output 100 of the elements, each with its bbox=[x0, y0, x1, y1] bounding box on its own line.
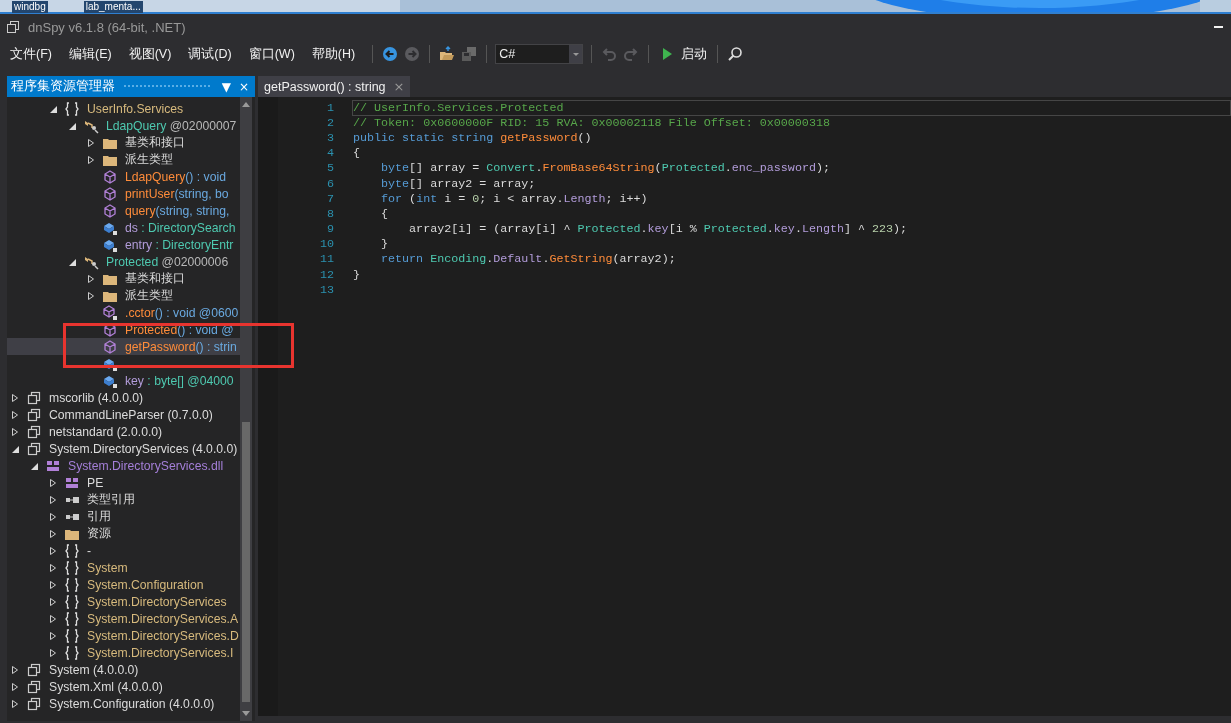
tree-item[interactable]: netstandard (2.0.0.0) bbox=[7, 423, 240, 440]
tree-item[interactable]: LdapQuery @02000007 bbox=[7, 117, 240, 134]
search-icon[interactable] bbox=[727, 46, 744, 62]
collapsed-arrow-icon[interactable] bbox=[10, 426, 20, 437]
code-line: { bbox=[352, 145, 361, 162]
braces-icon bbox=[64, 593, 80, 610]
collapsed-arrow-icon[interactable] bbox=[86, 137, 96, 148]
collapsed-arrow-icon[interactable] bbox=[48, 494, 58, 505]
tree-item[interactable]: 派生类型 bbox=[7, 287, 240, 304]
collapsed-arrow-icon[interactable] bbox=[10, 664, 20, 675]
cube-icon bbox=[102, 202, 118, 219]
panel-menu-button[interactable]: ▼ bbox=[219, 78, 233, 95]
tree-item[interactable]: 类型引用 bbox=[7, 491, 240, 508]
tree-item[interactable]: Protected @02000006 bbox=[7, 253, 240, 270]
collapsed-arrow-icon[interactable] bbox=[48, 647, 58, 658]
code-line: } bbox=[352, 266, 361, 283]
collapsed-arrow-icon[interactable] bbox=[48, 477, 58, 488]
tree-item[interactable]: 引用 bbox=[7, 508, 240, 525]
tree-item[interactable]: - bbox=[7, 542, 240, 559]
tree-item[interactable]: key : byte[] @04000 bbox=[7, 372, 240, 389]
tree-item[interactable]: query(string, string, bbox=[7, 202, 240, 219]
tree-item[interactable]: System (4.0.0.0) bbox=[7, 661, 240, 678]
braces-icon bbox=[64, 559, 80, 576]
collapsed-arrow-icon[interactable] bbox=[10, 409, 20, 420]
scroll-up-icon[interactable] bbox=[241, 101, 251, 108]
tree-item[interactable]: .cctor() : void @0600 bbox=[7, 304, 240, 321]
tree-item[interactable]: System.DirectoryServices (4.0.0.0) bbox=[7, 440, 240, 457]
braces-icon bbox=[64, 644, 80, 661]
code-line: byte[] array = Convert.FromBase64String(Protected.enc_password); bbox=[380, 160, 831, 177]
tree-item[interactable]: System.DirectoryServices.I bbox=[7, 644, 240, 661]
code-line: public static string getPassword() bbox=[352, 129, 593, 146]
collapsed-arrow-icon[interactable] bbox=[48, 579, 58, 590]
menu-item[interactable]: 调试(D) bbox=[182, 45, 238, 63]
code-line: } bbox=[380, 236, 390, 253]
start-button[interactable]: 启动 bbox=[655, 43, 712, 65]
menu-item[interactable]: 文件(F) bbox=[4, 45, 58, 63]
tree-item[interactable]: System.DirectoryServices.D bbox=[7, 627, 240, 644]
collapsed-arrow-icon[interactable] bbox=[86, 273, 96, 284]
tree-item[interactable]: PE bbox=[7, 474, 240, 491]
line-number: 2 bbox=[326, 115, 334, 130]
menu-item[interactable]: 帮助(H) bbox=[305, 45, 362, 63]
back-icon[interactable] bbox=[382, 46, 399, 62]
tree-item[interactable]: 资源 bbox=[7, 525, 240, 542]
tree-item[interactable]: mscorlib (4.0.0.0) bbox=[7, 389, 240, 406]
document-tab[interactable]: getPassword() : string × bbox=[258, 76, 411, 97]
tree-item[interactable]: System.Configuration bbox=[7, 576, 240, 593]
menu-item[interactable]: 编辑(E) bbox=[62, 45, 118, 63]
tree-item[interactable]: 基类和接口 bbox=[7, 270, 240, 287]
scroll-down-icon[interactable] bbox=[241, 710, 251, 717]
assembly-icon bbox=[26, 440, 42, 457]
menu-item[interactable]: 窗口(W) bbox=[242, 45, 301, 63]
tree-item[interactable]: System.DirectoryServices.A bbox=[7, 610, 240, 627]
scrollbar-thumb[interactable] bbox=[242, 422, 250, 702]
tree-item[interactable]: printUser(string, bo bbox=[7, 185, 240, 202]
assembly-icon bbox=[26, 423, 42, 440]
collapsed-arrow-icon[interactable] bbox=[48, 545, 58, 556]
collapsed-arrow-icon[interactable] bbox=[86, 290, 96, 301]
window-title: dnSpy v6.1.8 (64-bit, .NET) bbox=[28, 19, 186, 35]
collapsed-arrow-icon[interactable] bbox=[48, 630, 58, 641]
tree-item[interactable]: System.DirectoryServices.dll bbox=[7, 457, 240, 474]
collapsed-arrow-icon[interactable] bbox=[48, 511, 58, 522]
line-number: 10 bbox=[318, 237, 334, 252]
tree-item[interactable]: System.Configuration (4.0.0.0) bbox=[7, 695, 240, 712]
collapsed-arrow-icon[interactable] bbox=[48, 613, 58, 624]
code-line: array2[i] = (array[i] ^ Protected.key[i % Protected.key.Length] ^ 223); bbox=[408, 221, 909, 238]
tree-item[interactable]: ds : DirectorySearch bbox=[7, 219, 240, 236]
tree-item[interactable]: System bbox=[7, 559, 240, 576]
menu-item[interactable]: 视图(V) bbox=[122, 45, 178, 63]
collapsed-arrow-icon[interactable] bbox=[10, 698, 20, 709]
tree-item[interactable]: UserInfo.Services bbox=[7, 100, 240, 117]
code-line: // Token: 0x0600000F RID: 15 RVA: 0x00002118 File Offset: 0x00000318 bbox=[352, 114, 831, 131]
code-line: return Encoding.Default.GetString(array2); bbox=[380, 251, 677, 268]
tree-item[interactable]: entry : DirectoryEntr bbox=[7, 236, 240, 253]
close-button[interactable]: × bbox=[236, 78, 251, 95]
collapsed-arrow-icon[interactable] bbox=[48, 528, 58, 539]
code-line: { bbox=[380, 205, 390, 222]
line-number: 8 bbox=[326, 206, 334, 221]
desktop-icon-label[interactable]: windbg bbox=[12, 1, 48, 13]
tree-item[interactable]: 派生类型 bbox=[7, 151, 240, 168]
tree-item[interactable]: System.Xml (4.0.0.0) bbox=[7, 678, 240, 695]
line-number: 6 bbox=[326, 176, 334, 191]
line-number: 4 bbox=[326, 146, 334, 161]
tree-item[interactable]: CommandLineParser (0.7.0.0) bbox=[7, 406, 240, 423]
collapsed-arrow-icon[interactable] bbox=[10, 392, 20, 403]
collapsed-arrow-icon[interactable] bbox=[10, 681, 20, 692]
tree-item[interactable]: System.DirectoryServices bbox=[7, 593, 240, 610]
tree-item[interactable]: getPassword() : strin bbox=[7, 338, 240, 355]
collapsed-arrow-icon[interactable] bbox=[48, 596, 58, 607]
tree-item[interactable]: 基类和接口 bbox=[7, 134, 240, 151]
code-line: for (int i = 0; i < array.Length; i++) bbox=[380, 190, 649, 207]
collapsed-arrow-icon[interactable] bbox=[86, 154, 96, 165]
line-number: 5 bbox=[326, 161, 334, 176]
open-folder-icon[interactable] bbox=[439, 46, 456, 62]
line-number: 11 bbox=[318, 252, 334, 267]
collapsed-arrow-icon[interactable] bbox=[48, 562, 58, 573]
desktop-icon-label[interactable]: lab_menta... bbox=[83, 1, 143, 13]
line-number: 12 bbox=[318, 267, 334, 282]
language-dropdown[interactable]: C# bbox=[495, 44, 584, 64]
tree-item[interactable]: LdapQuery() : void bbox=[7, 168, 240, 185]
code-line: byte[] array2 = array; bbox=[380, 175, 537, 192]
